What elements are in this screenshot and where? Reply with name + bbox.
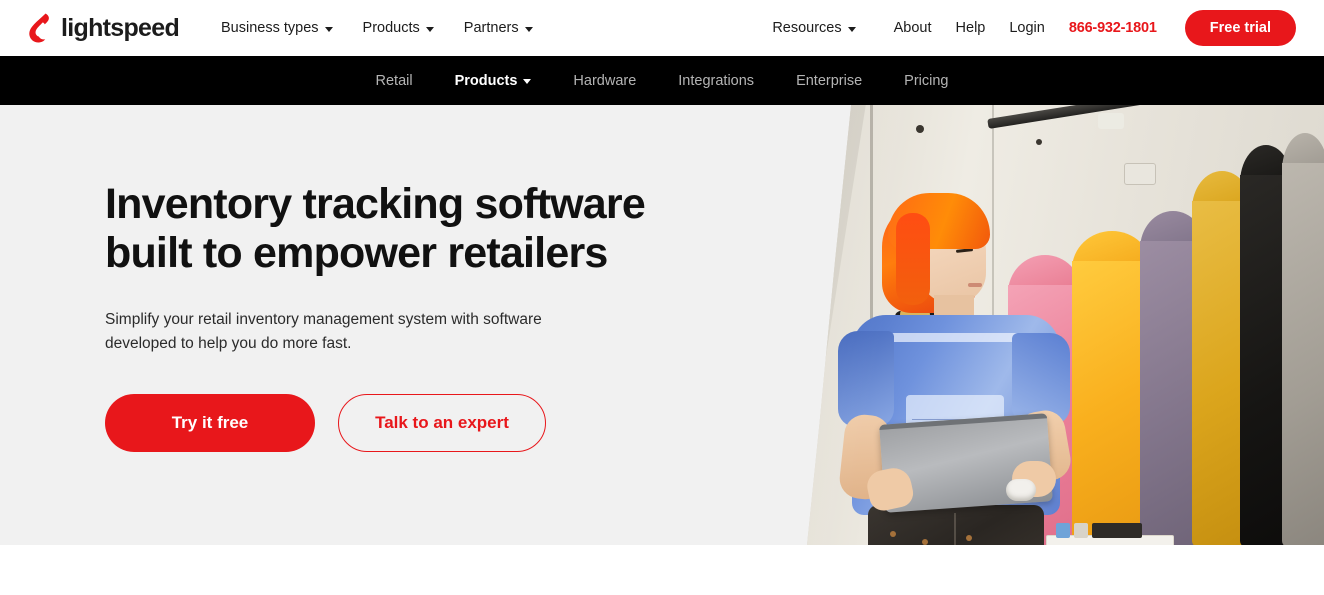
subnav-item-pricing[interactable]: Pricing	[904, 73, 948, 89]
subnav-label: Products	[454, 72, 518, 89]
person-sleeve-left	[838, 331, 894, 427]
jeans-rivet	[966, 535, 972, 541]
chevron-down-icon	[847, 26, 856, 32]
top-navigation-bar: lightspeed Business types Products Partn…	[0, 0, 1324, 56]
jeans-rivet	[890, 531, 896, 537]
table-item	[1092, 523, 1142, 538]
subnav-item-retail[interactable]: Retail	[376, 73, 413, 89]
subnav-item-products[interactable]: Products	[455, 73, 532, 89]
nav-item-partners[interactable]: Partners	[464, 20, 533, 36]
primary-navigation: Business types Products Partners	[221, 20, 533, 36]
hero-copy-block: Inventory tracking software built to emp…	[105, 180, 705, 453]
nav-item-login[interactable]: Login	[1009, 20, 1044, 36]
photo-ceiling-dot	[1036, 139, 1042, 145]
hero-cta-group: Try it free Talk to an expert	[105, 394, 705, 453]
photo-wall-vent	[1124, 163, 1156, 185]
chevron-down-icon	[524, 26, 533, 32]
person-jeans-seam	[954, 513, 956, 545]
nav-item-products[interactable]: Products	[363, 20, 434, 36]
brand-name: lightspeed	[61, 13, 180, 42]
person-bracelet	[1006, 479, 1036, 501]
lightspeed-logo[interactable]: lightspeed	[28, 13, 180, 43]
talk-to-an-expert-button[interactable]: Talk to an expert	[338, 394, 546, 453]
phone-number-link[interactable]: 866-932-1801	[1069, 20, 1157, 36]
page-title: Inventory tracking software built to emp…	[105, 180, 646, 278]
nav-item-help[interactable]: Help	[956, 20, 986, 36]
page-root: lightspeed Business types Products Partn…	[0, 0, 1324, 595]
nav-label: Resources	[772, 20, 842, 36]
photo-ceiling-fixture	[1098, 113, 1124, 129]
hero-image	[806, 105, 1324, 545]
utility-navigation: Resources About Help Login 866-932-1801 …	[772, 10, 1296, 46]
flame-icon	[28, 13, 54, 43]
person-shirt-text	[888, 333, 1024, 342]
nav-label: Products	[362, 20, 420, 36]
nav-item-business-types[interactable]: Business types	[221, 20, 333, 36]
photo-person	[816, 183, 1076, 545]
nav-label: Business types	[221, 20, 319, 36]
nav-item-resources[interactable]: Resources	[772, 20, 856, 36]
page-bottom-whitespace	[0, 545, 1324, 595]
hero-subtitle: Simplify your retail inventory managemen…	[105, 311, 542, 353]
subnav-item-hardware[interactable]: Hardware	[573, 73, 636, 89]
free-trial-button[interactable]: Free trial	[1184, 10, 1296, 46]
chevron-down-icon	[523, 79, 532, 84]
hero-section: Inventory tracking software built to emp…	[0, 105, 1324, 545]
nav-label: Partners	[463, 20, 519, 36]
subnav-item-integrations[interactable]: Integrations	[678, 73, 754, 89]
photo-garment-grey	[1282, 133, 1324, 545]
nav-item-about[interactable]: About	[894, 20, 932, 36]
subnav-item-enterprise[interactable]: Enterprise	[796, 73, 862, 89]
person-lip	[968, 283, 982, 287]
photo-ceiling-dot	[916, 125, 924, 133]
table-item	[1074, 523, 1088, 538]
secondary-navigation-bar: Retail Products Hardware Integrations En…	[0, 56, 1324, 105]
retail-photo	[806, 105, 1324, 545]
person-hair-strand	[896, 213, 930, 305]
garment-body	[1282, 163, 1324, 545]
chevron-down-icon	[324, 26, 333, 32]
chevron-down-icon	[425, 26, 434, 32]
try-it-free-button[interactable]: Try it free	[105, 394, 315, 453]
